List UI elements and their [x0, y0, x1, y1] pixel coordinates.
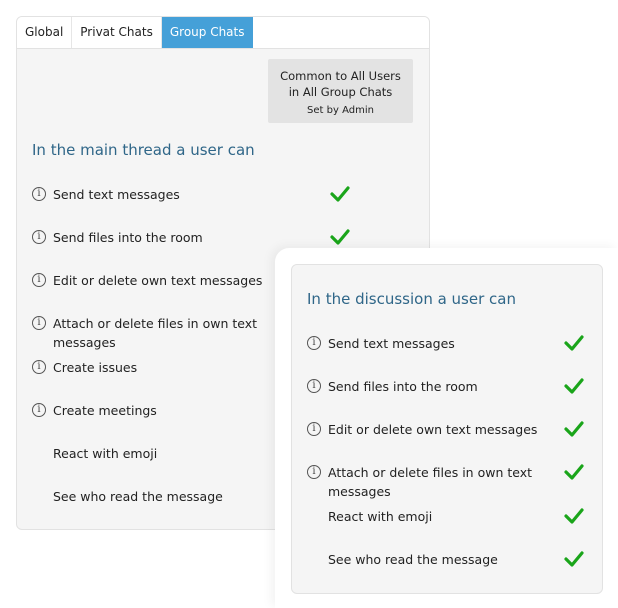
- permission-label: Edit or delete own text messages: [328, 422, 538, 437]
- info-icon[interactable]: i: [307, 379, 321, 393]
- permission-row: See who read the message: [32, 487, 272, 506]
- permission-row: i Attach or delete files in own text mes…: [307, 463, 547, 501]
- permission-row: React with emoji: [307, 507, 547, 526]
- permission-label: Attach or delete files in own text messa…: [53, 316, 258, 350]
- checkmark-icon: [563, 507, 585, 525]
- info-icon[interactable]: i: [307, 422, 321, 436]
- permission-row: i Send files into the room: [32, 228, 272, 247]
- checkmark-icon: [563, 463, 585, 481]
- permission-label: Send text messages: [53, 187, 180, 202]
- permission-label: Attach or delete files in own text messa…: [328, 465, 533, 499]
- tab-bar: Global Privat Chats Group Chats: [17, 17, 429, 49]
- common-settings-header: Common to All Users in All Group Chats S…: [268, 59, 413, 123]
- permission-label: React with emoji: [53, 446, 158, 461]
- info-icon[interactable]: i: [307, 465, 321, 479]
- info-icon[interactable]: i: [32, 187, 46, 201]
- permission-row: See who read the message: [307, 550, 547, 569]
- info-icon[interactable]: i: [307, 336, 321, 350]
- discussion-overlay: In the discussion a user can i Send text…: [275, 248, 618, 608]
- set-by-admin-label: Set by Admin: [307, 105, 374, 116]
- permission-row: i Send text messages: [307, 334, 547, 353]
- checkmark-icon: [563, 334, 585, 352]
- common-title-line1: Common to All Users: [280, 69, 401, 83]
- permission-label: Send files into the room: [328, 379, 478, 394]
- tab-privat-chats[interactable]: Privat Chats: [72, 17, 162, 48]
- info-icon[interactable]: i: [32, 316, 46, 330]
- permission-label: Create issues: [53, 360, 138, 375]
- checkmark-icon: [329, 185, 351, 203]
- permission-label: Send text messages: [328, 336, 455, 351]
- permission-row: i Edit or delete own text messages: [32, 271, 282, 290]
- permission-label: Send files into the room: [53, 230, 203, 245]
- permission-row: React with emoji: [32, 444, 272, 463]
- checkmark-icon: [563, 420, 585, 438]
- checkmark-icon: [563, 550, 585, 568]
- permission-label: See who read the message: [53, 489, 223, 504]
- permission-row: i Attach or delete files in own text mes…: [32, 314, 272, 352]
- info-icon[interactable]: i: [32, 360, 46, 374]
- tab-global[interactable]: Global: [17, 17, 73, 48]
- info-icon[interactable]: i: [32, 230, 46, 244]
- info-icon[interactable]: i: [32, 403, 46, 417]
- checkmark-icon: [563, 377, 585, 395]
- permission-row: i Create issues: [32, 358, 272, 377]
- main-thread-title: In the main thread a user can: [32, 141, 255, 159]
- permission-label: React with emoji: [328, 509, 433, 524]
- permission-row: i Edit or delete own text messages: [307, 420, 557, 439]
- permission-label: Create meetings: [53, 403, 157, 418]
- info-icon[interactable]: i: [32, 273, 46, 287]
- discussion-title: In the discussion a user can: [307, 290, 516, 308]
- common-title-line2: in All Group Chats: [288, 85, 393, 99]
- permission-label: See who read the message: [328, 552, 498, 567]
- tab-group-chats[interactable]: Group Chats: [161, 17, 253, 48]
- permission-row: i Send files into the room: [307, 377, 547, 396]
- discussion-panel: In the discussion a user can i Send text…: [291, 264, 603, 594]
- checkmark-icon: [329, 228, 351, 246]
- permission-label: Edit or delete own text messages: [53, 273, 263, 288]
- permission-row: i Create meetings: [32, 401, 272, 420]
- permission-row: i Send text messages: [32, 185, 272, 204]
